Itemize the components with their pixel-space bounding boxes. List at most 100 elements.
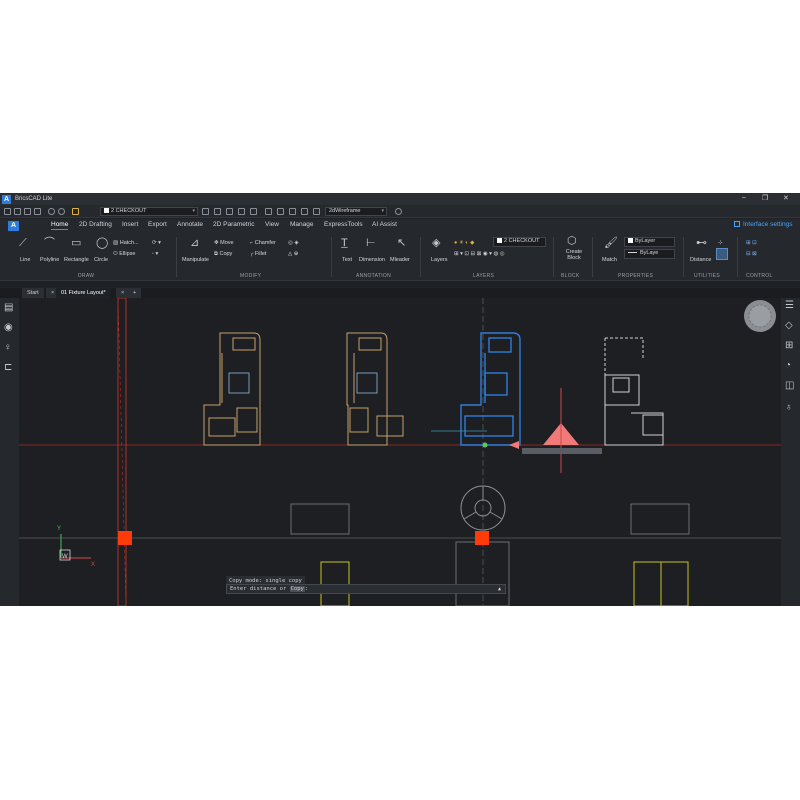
close-button[interactable]: ✕ — [783, 194, 789, 202]
tab-expresstools[interactable]: ExpressTools — [324, 221, 363, 228]
color-combo[interactable]: ByLayer — [624, 237, 675, 247]
visibility-icon[interactable]: ◉ — [4, 322, 13, 333]
linetype-combo[interactable]: ByLaye — [624, 249, 675, 259]
current-layer-combo[interactable]: 2 CHECKOUT — [493, 237, 546, 247]
chamfer-button[interactable]: ⌐ Chamfer — [250, 240, 276, 246]
help-icon[interactable] — [395, 208, 402, 215]
redo-icon[interactable] — [58, 208, 65, 215]
create-block-icon[interactable]: ⬡ — [567, 236, 577, 247]
tab-annotate[interactable]: Annotate — [177, 221, 203, 228]
rectangle-button[interactable]: Rectangle — [64, 257, 89, 263]
mleader-button[interactable]: Mleader — [390, 257, 410, 263]
control-tool-2-icon[interactable]: ⊟ ⊠ — [746, 251, 757, 257]
checkout-fixture-selected[interactable] — [460, 332, 521, 446]
dimension-icon[interactable]: ⊢ — [366, 238, 376, 249]
grid-panel-icon[interactable]: ⊞ — [785, 340, 793, 351]
tab-insert[interactable]: Insert — [122, 221, 138, 228]
tab-view[interactable]: View — [265, 221, 279, 228]
match-properties-icon[interactable]: 🖌 — [604, 238, 618, 249]
undo-icon[interactable] — [48, 208, 55, 215]
structure-icon[interactable]: ⊏ — [4, 362, 12, 373]
grip-point[interactable] — [482, 442, 488, 448]
save-icon[interactable] — [24, 208, 31, 215]
create-block-button[interactable]: Create Block — [563, 249, 585, 261]
checkout-fixture-4[interactable] — [604, 337, 664, 446]
utility-tool-2-icon[interactable] — [716, 248, 728, 260]
tab-export[interactable]: Export — [148, 221, 167, 228]
polyline-button[interactable]: Polyline — [40, 257, 59, 263]
move-button[interactable]: ✥ Move — [214, 240, 234, 246]
copy-keyword-option[interactable]: Copy — [289, 586, 305, 592]
utility-tool-1-icon[interactable]: ⊹ — [718, 240, 723, 246]
layer-combo[interactable]: 2 CHECKOUT ▾ — [100, 207, 198, 216]
ellipse-button[interactable]: ⬭ Ellipse — [113, 251, 135, 258]
checkout-fixture-1[interactable] — [203, 332, 261, 446]
dimension-button[interactable]: Dimension — [359, 257, 385, 263]
toolbar-tool-5-icon[interactable] — [250, 208, 257, 215]
new-icon[interactable] — [4, 208, 11, 215]
tab-2d-drafting[interactable]: 2D Drafting — [79, 221, 112, 228]
toolbar-tool-3-icon[interactable] — [226, 208, 233, 215]
layer-state-icons[interactable]: ● ☀ ◐ ◆ — [454, 240, 474, 246]
bulb-icon[interactable]: ♁ — [785, 402, 793, 413]
line-button[interactable]: Line — [20, 257, 30, 263]
modify-tool-1-icon[interactable]: ◎ ◈ — [288, 240, 299, 246]
text-button[interactable]: Text — [342, 257, 352, 263]
library-icon[interactable]: ◫ — [785, 380, 794, 391]
layers-panel-icon[interactable]: ◇ — [785, 320, 793, 331]
view-cube-3-icon[interactable] — [289, 208, 296, 215]
maximize-button[interactable]: ❐ — [762, 194, 768, 202]
quad-toolbar[interactable] — [522, 448, 602, 454]
circle-button[interactable]: Circle — [94, 257, 108, 263]
toolbar-tool-2-icon[interactable] — [214, 208, 221, 215]
polyline-icon[interactable]: ⌒ — [44, 238, 55, 249]
layers-icon[interactable]: ◈ — [432, 238, 440, 249]
interface-settings-link[interactable]: Interface settings — [734, 221, 793, 228]
application-menu-button[interactable]: A — [8, 221, 19, 231]
view-cube-1-icon[interactable] — [265, 208, 272, 215]
distance-icon[interactable]: ⊷ — [696, 238, 707, 249]
view-cube-2-icon[interactable] — [277, 208, 284, 215]
revcloud-icon[interactable]: ⟳ ▾ — [152, 240, 161, 246]
toolbar-tool-1-icon[interactable] — [202, 208, 209, 215]
properties-panel-icon[interactable]: ▤ — [4, 302, 13, 313]
line-icon[interactable]: ⟋ — [19, 238, 27, 249]
match-button[interactable]: Match — [602, 257, 617, 263]
layer-tools-icons[interactable]: ⊞ ▾ ⊡ ⊟ ⊠ ◉ ▾ ◍ ◎ — [454, 251, 505, 257]
command-options-arrow-icon[interactable]: ▲ — [498, 585, 501, 593]
tab-start[interactable]: Start — [22, 288, 44, 298]
rectangle-icon[interactable]: ▭ — [71, 238, 81, 249]
modify-tool-2-icon[interactable]: ◬ ⊕ — [288, 251, 298, 257]
minimize-button[interactable]: – — [742, 194, 746, 201]
manipulate-button[interactable]: Manipulate — [182, 257, 209, 263]
spline-icon[interactable]: ◦ ▾ — [152, 251, 158, 257]
checkout-fixture-2[interactable] — [346, 332, 404, 446]
tab-fixture-layout[interactable]: 01 Fixture Layout* — [56, 288, 111, 298]
drawing-canvas[interactable]: Y W X — [19, 297, 781, 606]
manipulate-icon[interactable]: ⊿ — [190, 238, 199, 249]
view-cube-5-icon[interactable] — [313, 208, 320, 215]
tab-manage[interactable]: Manage — [290, 221, 314, 228]
view-cube-4-icon[interactable] — [301, 208, 308, 215]
gizmo-arrow-icon[interactable] — [509, 441, 519, 449]
distance-button[interactable]: Distance — [690, 257, 711, 263]
hatch-button[interactable]: ▧ Hatch... — [113, 240, 139, 246]
new-tab-button[interactable]: + — [128, 288, 142, 298]
command-input[interactable]: Enter distance or Copy: ▲ — [226, 584, 506, 594]
navigation-wheel-inner[interactable] — [748, 304, 772, 328]
toolbar-tool-4-icon[interactable] — [238, 208, 245, 215]
layers-button[interactable]: Layers — [431, 257, 448, 263]
history-icon[interactable]: ◔ — [785, 360, 791, 371]
tips-icon[interactable]: ♀ — [4, 342, 12, 353]
mleader-icon[interactable]: ↖ — [397, 238, 406, 249]
visual-style-combo[interactable]: 2dWireframe ▾ — [325, 207, 387, 216]
tab-2d-parametric[interactable]: 2D Parametric — [213, 221, 255, 228]
settings-sliders-icon[interactable]: ☰ — [785, 300, 794, 311]
circle-icon[interactable]: ◯ — [96, 238, 108, 249]
layer-state-icon[interactable] — [72, 208, 79, 215]
print-icon[interactable] — [34, 208, 41, 215]
copy-button[interactable]: ⧉ Copy — [214, 251, 232, 258]
tab-home[interactable]: Home — [51, 221, 69, 230]
open-icon[interactable] — [14, 208, 21, 215]
text-icon[interactable]: T̲ — [341, 238, 348, 249]
